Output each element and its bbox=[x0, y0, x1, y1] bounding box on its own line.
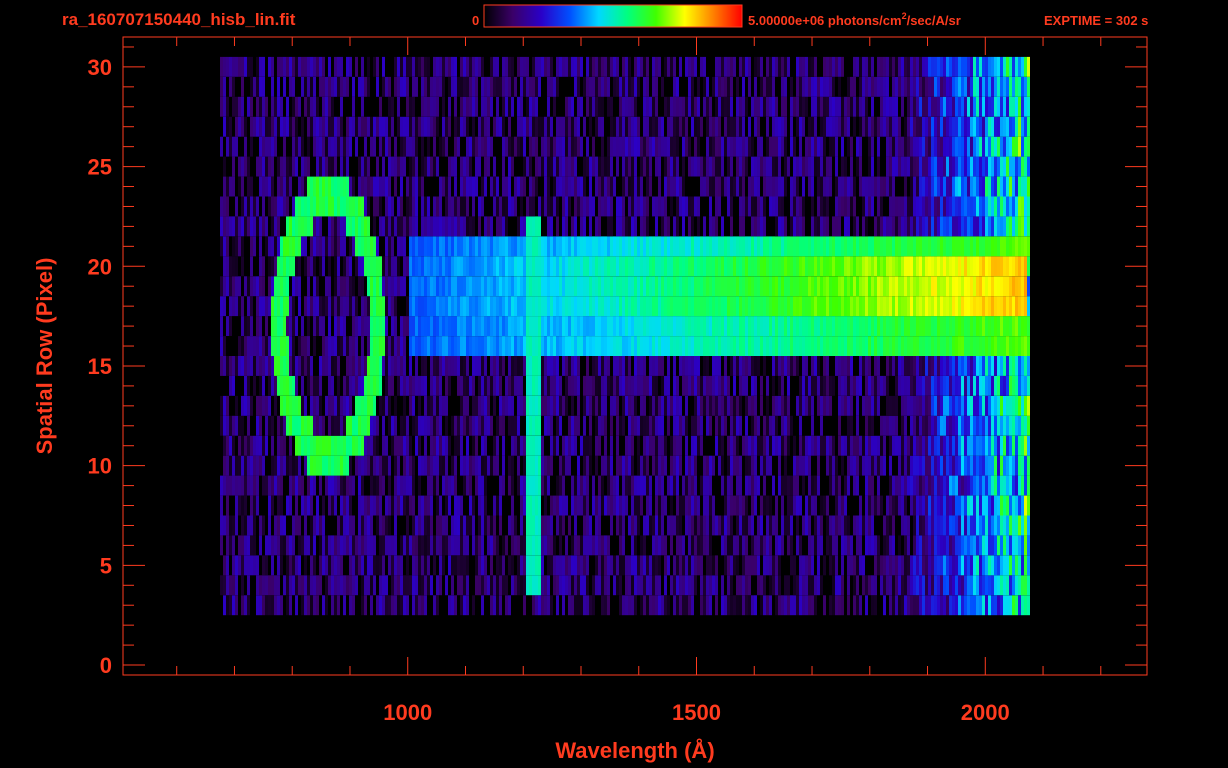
y-axis-label: Spatial Row (Pixel) bbox=[32, 258, 57, 455]
y-tick-label-6: 30 bbox=[88, 55, 112, 80]
x-tick-label-2: 2000 bbox=[961, 700, 1010, 725]
y-tick-label-0: 0 bbox=[100, 653, 112, 678]
exptime-label: EXPTIME = 302 s bbox=[1044, 13, 1148, 28]
y-tick-label-2: 10 bbox=[88, 454, 112, 479]
heatmap-image bbox=[220, 56, 1030, 616]
y-tick-label-4: 20 bbox=[88, 254, 112, 279]
y-tick-label-3: 15 bbox=[88, 354, 112, 379]
colorbar-max-label-main: 5.00000e+06 photons/cm bbox=[748, 13, 902, 28]
colorbar bbox=[483, 4, 743, 28]
y-tick-label-5: 25 bbox=[88, 155, 112, 180]
y-tick-label-1: 5 bbox=[100, 553, 112, 578]
x-tick-label-1: 1500 bbox=[672, 700, 721, 725]
spectral-image-chart: ra_160707150440_hisb_lin.fit 0 5.00000e+… bbox=[32, 4, 1148, 763]
colorbar-min-label: 0 bbox=[472, 13, 479, 28]
colorbar-max-label: 5.00000e+06 photons/cm2/sec/A/sr bbox=[748, 11, 961, 28]
chart-title: ra_160707150440_hisb_lin.fit bbox=[62, 10, 296, 29]
x-tick-label-0: 1000 bbox=[383, 700, 432, 725]
colorbar-max-label-tail: /sec/A/sr bbox=[907, 13, 961, 28]
x-axis-label: Wavelength (Å) bbox=[555, 737, 714, 763]
